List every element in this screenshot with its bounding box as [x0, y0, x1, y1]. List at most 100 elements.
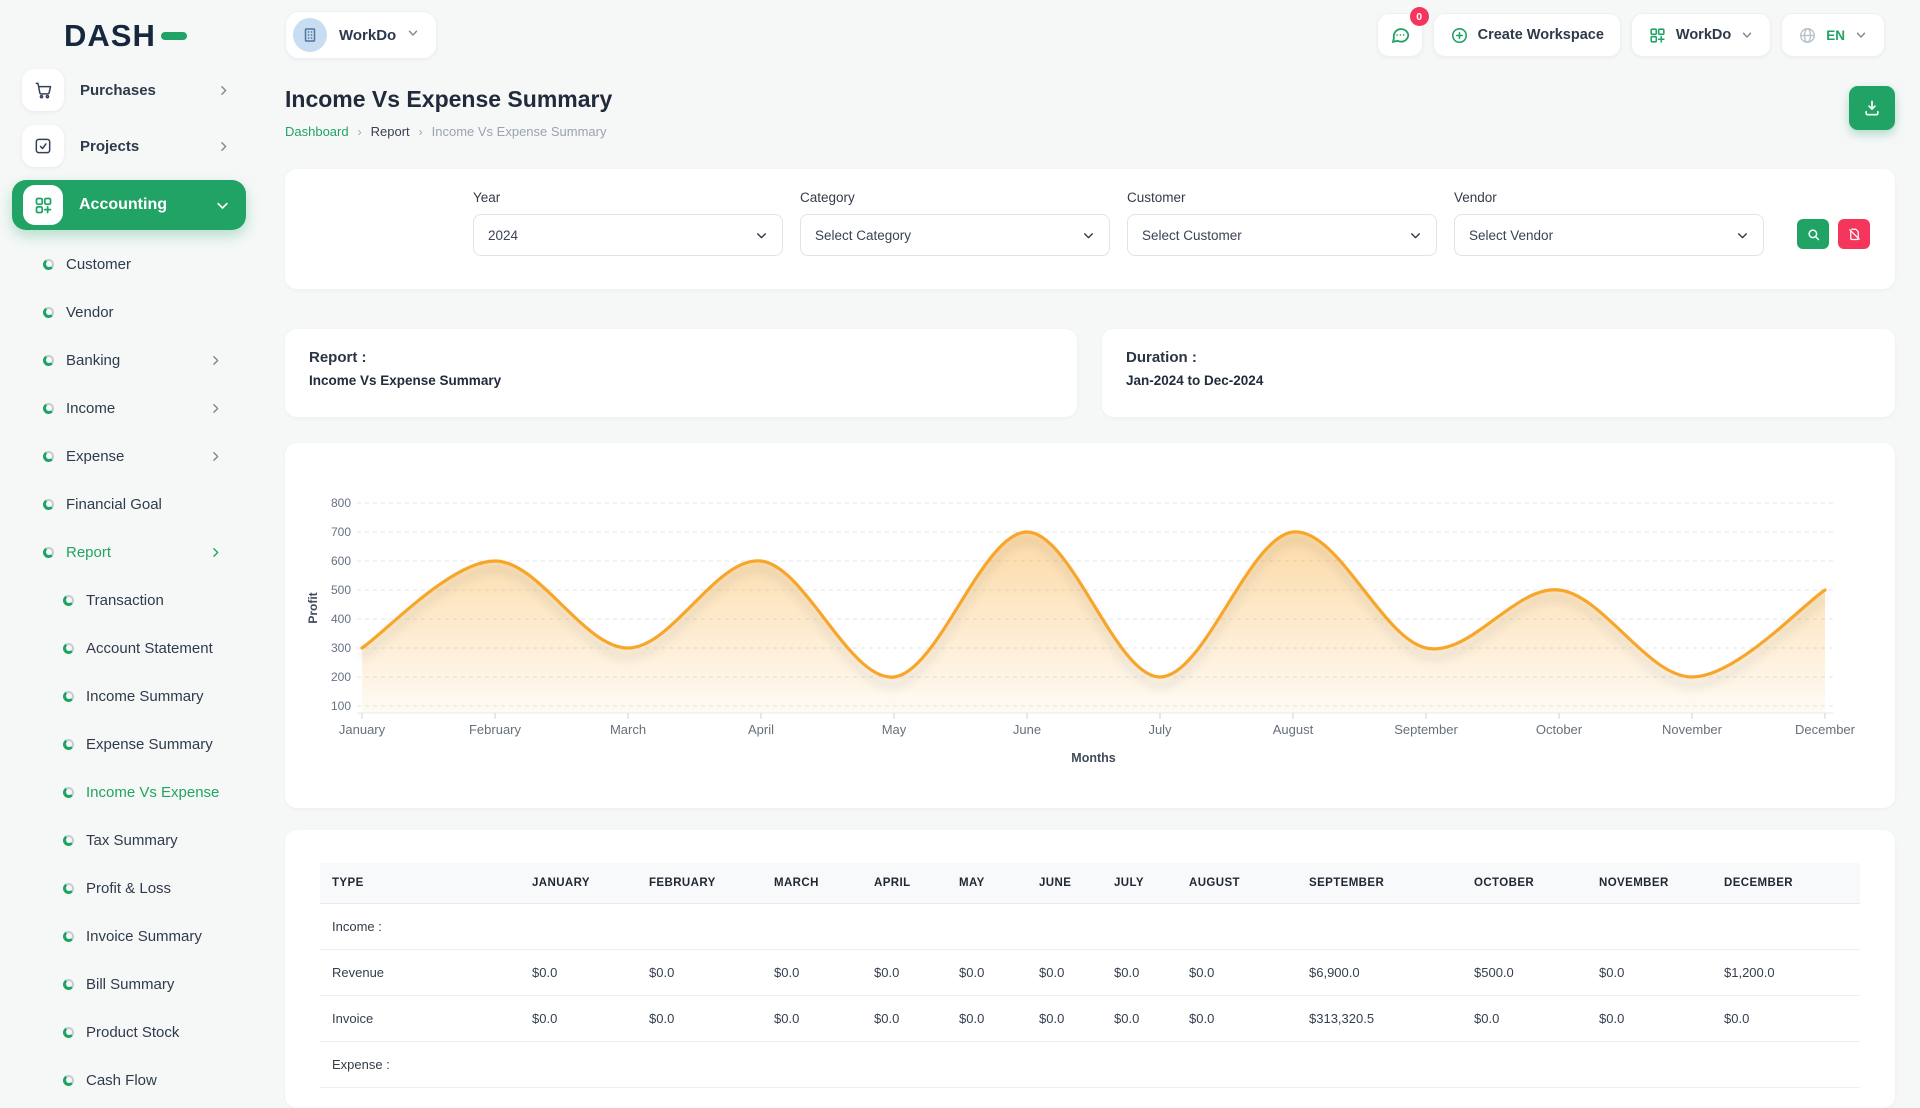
- row-label: Revenue: [320, 950, 520, 996]
- table-row: Revenue$0.0$0.0$0.0$0.0$0.0$0.0$0.0$0.0$…: [320, 950, 1860, 996]
- cell-value: $0.0: [1587, 996, 1712, 1042]
- sidebar-item-label: Vendor: [66, 304, 246, 321]
- cell-value: $0.0: [1177, 950, 1297, 996]
- sidebar-item-purchases[interactable]: Purchases: [12, 68, 246, 112]
- svg-text:August: August: [1273, 722, 1314, 737]
- svg-text:500: 500: [331, 583, 351, 597]
- download-icon: [1862, 98, 1882, 118]
- section-label: Income :: [320, 904, 1860, 950]
- column-header: DECEMBER: [1712, 863, 1860, 904]
- sidebar-item-banking[interactable]: Banking: [0, 336, 246, 384]
- bullet-icon: [43, 355, 54, 366]
- sidebar-item-label: Customer: [66, 256, 246, 273]
- sidebar-item-accounting[interactable]: Accounting: [12, 180, 246, 230]
- cart-icon: [22, 69, 64, 111]
- cell-value: $0.0: [762, 996, 862, 1042]
- chevron-down-icon: [215, 198, 230, 213]
- plus-circle-icon: [1450, 26, 1469, 45]
- sidebar-item-label: Account Statement: [86, 640, 246, 657]
- create-workspace-label: Create Workspace: [1478, 27, 1604, 43]
- filter-category-select[interactable]: Select Category: [800, 214, 1110, 256]
- sidebar-item-label: Bill Summary: [86, 976, 246, 993]
- svg-text:March: March: [610, 722, 646, 737]
- svg-text:May: May: [882, 722, 907, 737]
- filter-year-select[interactable]: 2024: [473, 214, 783, 256]
- bullet-icon: [43, 451, 54, 462]
- bullet-icon: [63, 691, 74, 702]
- sidebar-item-label: Expense Summary: [86, 736, 246, 753]
- topbar: WorkDo 0 Create Workspace WorkDo: [285, 0, 1895, 70]
- duration-label: Duration :: [1126, 349, 1871, 366]
- svg-text:600: 600: [331, 554, 351, 568]
- sidebar-item-projects[interactable]: Projects: [12, 124, 246, 168]
- bullet-icon: [43, 547, 54, 558]
- svg-text:200: 200: [331, 670, 351, 684]
- svg-text:400: 400: [331, 612, 351, 626]
- cell-value: $0.0: [1177, 996, 1297, 1042]
- sidebar-item-cash-flow[interactable]: Cash Flow: [0, 1056, 246, 1104]
- sidebar-item-income-vs-expense[interactable]: Income Vs Expense: [0, 768, 246, 816]
- sidebar-item-transaction[interactable]: Transaction: [0, 576, 246, 624]
- sidebar-item-bill-summary[interactable]: Bill Summary: [0, 960, 246, 1008]
- column-header: APRIL: [862, 863, 947, 904]
- chevron-right-icon: [209, 546, 222, 559]
- sidebar-item-label: Purchases: [80, 82, 217, 99]
- filter-customer-select[interactable]: Select Customer: [1127, 214, 1437, 256]
- filter-label-year: Year: [473, 190, 783, 205]
- sidebar-item-customer[interactable]: Customer: [0, 240, 246, 288]
- chevron-down-icon: [406, 26, 420, 45]
- breadcrumb-report[interactable]: Report: [371, 124, 410, 139]
- chevron-down-icon: [1740, 28, 1754, 42]
- sidebar-item-product-stock[interactable]: Product Stock: [0, 1008, 246, 1056]
- workspace-menu-button[interactable]: WorkDo: [1631, 13, 1771, 57]
- cell-value: $6,900.0: [1297, 950, 1462, 996]
- sidebar-item-income-summary[interactable]: Income Summary: [0, 672, 246, 720]
- sidebar-item-profit-loss[interactable]: Profit & Loss: [0, 864, 246, 912]
- breadcrumb-income-vs-expense-summary: Income Vs Expense Summary: [432, 124, 607, 139]
- sidebar-item-expense-summary[interactable]: Expense Summary: [0, 720, 246, 768]
- download-report-button[interactable]: [1849, 86, 1895, 130]
- apply-filter-button[interactable]: [1797, 219, 1829, 249]
- messages-button[interactable]: 0: [1377, 13, 1423, 57]
- bullet-icon: [63, 1075, 74, 1086]
- sidebar-item-label: Transaction: [86, 592, 246, 609]
- cell-value: $0.0: [520, 996, 637, 1042]
- filter-field-category: Category Select Category: [800, 190, 1110, 256]
- reset-filter-button[interactable]: [1838, 219, 1870, 249]
- language-code: EN: [1826, 28, 1845, 43]
- sidebar-item-label: Tax Summary: [86, 832, 246, 849]
- sidebar-item-label: Financial Goal: [66, 496, 246, 513]
- breadcrumb-dashboard[interactable]: Dashboard: [285, 124, 349, 139]
- svg-text:September: September: [1394, 722, 1458, 737]
- filter-card: Year 2024 Category Select Category Custo…: [285, 169, 1895, 289]
- income-vs-expense-chart: 100200300400500600700800 JanuaryFebruary…: [285, 443, 1895, 808]
- sidebar-item-invoice-summary[interactable]: Invoice Summary: [0, 912, 246, 960]
- column-header: JANUARY: [520, 863, 637, 904]
- selected-value: 2024: [488, 228, 755, 243]
- column-header: MARCH: [762, 863, 862, 904]
- filter-actions: [1797, 219, 1870, 256]
- bullet-icon: [63, 643, 74, 654]
- filter-vendor-select[interactable]: Select Vendor: [1454, 214, 1764, 256]
- filter-field-year: Year 2024: [473, 190, 783, 256]
- breadcrumb: Dashboard›Report›Income Vs Expense Summa…: [285, 124, 612, 139]
- sidebar-item-expense[interactable]: Expense: [0, 432, 246, 480]
- workspace-switcher[interactable]: WorkDo: [285, 11, 437, 59]
- svg-text:February: February: [469, 722, 522, 737]
- sidebar-item-tax-summary[interactable]: Tax Summary: [0, 816, 246, 864]
- create-workspace-button[interactable]: Create Workspace: [1433, 13, 1621, 57]
- table-row: Invoice$0.0$0.0$0.0$0.0$0.0$0.0$0.0$0.0$…: [320, 996, 1860, 1042]
- chevron-down-icon: [755, 229, 768, 242]
- sidebar-item-account-statement[interactable]: Account Statement: [0, 624, 246, 672]
- sidebar-item-report[interactable]: Report: [0, 528, 246, 576]
- bullet-icon: [43, 403, 54, 414]
- sidebar-item-label: Product Stock: [86, 1024, 246, 1041]
- sidebar-item-vendor[interactable]: Vendor: [0, 288, 246, 336]
- language-selector[interactable]: EN: [1781, 13, 1885, 57]
- svg-text:November: November: [1662, 722, 1723, 737]
- sidebar-item-financial-goal[interactable]: Financial Goal: [0, 480, 246, 528]
- sidebar-item-income[interactable]: Income: [0, 384, 246, 432]
- topbar-actions: 0 Create Workspace WorkDo EN: [1377, 13, 1885, 57]
- cell-value: $0.0: [520, 950, 637, 996]
- filter-label-customer: Customer: [1127, 190, 1437, 205]
